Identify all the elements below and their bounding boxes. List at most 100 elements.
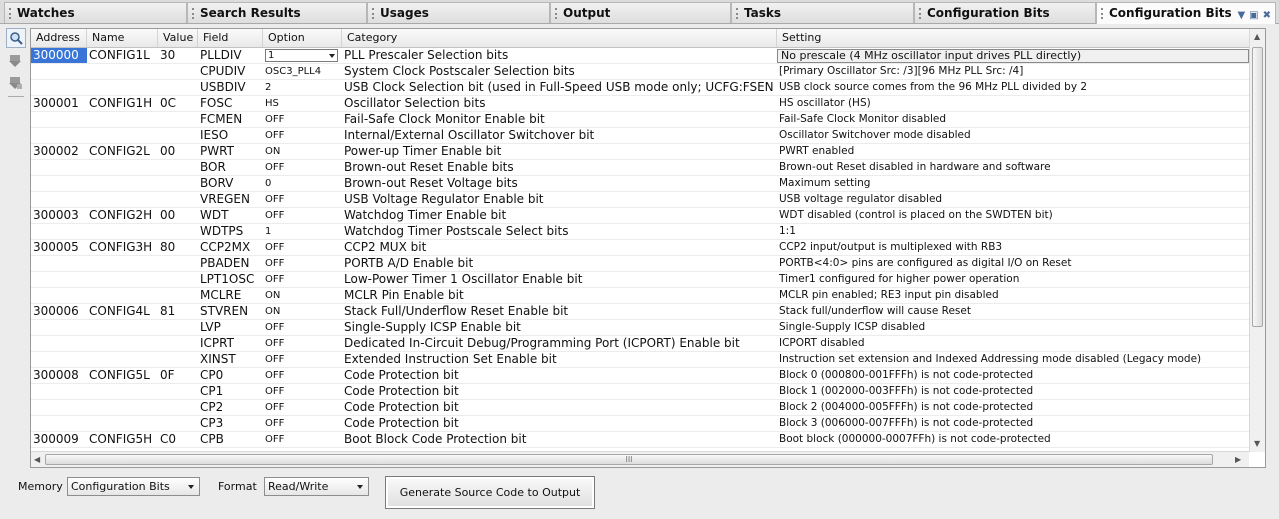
find-button[interactable] bbox=[6, 28, 26, 48]
cell-setting[interactable]: PWRT enabled bbox=[777, 144, 1249, 159]
cell-option[interactable]: HS bbox=[263, 96, 341, 111]
tab-watches[interactable]: Watches bbox=[4, 2, 187, 23]
cell-option[interactable]: 0 bbox=[263, 176, 341, 191]
read-config-button[interactable] bbox=[6, 52, 24, 70]
cell-option[interactable]: 2 bbox=[263, 80, 341, 95]
table-row[interactable]: 300006 CONFIG4L 81 STVREN ON Stack Full/Under… bbox=[31, 304, 1249, 320]
minimize-icon[interactable]: ▣ bbox=[1249, 10, 1258, 21]
cell-option[interactable]: OFF bbox=[263, 192, 341, 207]
option-select[interactable]: 1 bbox=[265, 49, 338, 62]
tab-search-results[interactable]: Search Results bbox=[187, 2, 367, 23]
cell-option[interactable]: OFF bbox=[263, 352, 341, 367]
table-row[interactable]: BOR OFF Brown-out Reset Enable bits Brown-o… bbox=[31, 160, 1249, 176]
cell-setting[interactable]: CCP2 input/output is multiplexed with RB… bbox=[777, 240, 1249, 255]
table-row[interactable]: IESO OFF Internal/External Oscillator Swit… bbox=[31, 128, 1249, 144]
cell-setting[interactable]: HS oscillator (HS) bbox=[777, 96, 1249, 111]
horizontal-scrollbar[interactable]: ◀ III ▶ bbox=[31, 451, 1249, 467]
cell-setting[interactable]: Fail-Safe Clock Monitor disabled bbox=[777, 112, 1249, 127]
generate-source-code-button[interactable]: Generate Source Code to Output bbox=[385, 476, 595, 509]
setting-editor[interactable]: No prescale (4 MHz oscillator input driv… bbox=[777, 49, 1249, 63]
table-row[interactable]: BORV 0 Brown-out Reset Voltage bits Maximum… bbox=[31, 176, 1249, 192]
close-icon[interactable]: ✖ bbox=[1263, 10, 1271, 21]
cell-setting[interactable]: WDT disabled (control is placed on the S… bbox=[777, 208, 1249, 223]
header-option[interactable]: Option bbox=[263, 29, 342, 47]
header-address[interactable]: Address bbox=[31, 29, 87, 47]
cell-setting[interactable]: Block 0 (000800-001FFFh) is not code-pro… bbox=[777, 368, 1249, 383]
cell-option[interactable]: OFF bbox=[263, 432, 341, 447]
table-row[interactable]: XINST OFF Extended Instruction Set Enable … bbox=[31, 352, 1249, 368]
cell-option[interactable]: OFF bbox=[263, 128, 341, 143]
tab-tasks[interactable]: Tasks bbox=[731, 2, 914, 23]
table-row[interactable]: MCLRE ON MCLR Pin Enable bit MCLR pin enabl… bbox=[31, 288, 1249, 304]
cell-option[interactable]: OFF bbox=[263, 272, 341, 287]
table-row[interactable]: WDTPS 1 Watchdog Timer Postscale Select bi… bbox=[31, 224, 1249, 240]
table-row[interactable]: 300000 CONFIG1L 30 PLLDIV 1 PLL Prescaler Sel… bbox=[31, 48, 1249, 64]
cell-setting[interactable]: Block 3 (006000-007FFFh) is not code-pro… bbox=[777, 416, 1249, 431]
cell-setting[interactable]: USB clock source comes from the 96 MHz P… bbox=[777, 80, 1249, 95]
cell-setting[interactable]: PORTB<4:0> pins are configured as digita… bbox=[777, 256, 1249, 271]
header-field[interactable]: Field bbox=[198, 29, 263, 47]
cell-option[interactable]: OFF bbox=[263, 416, 341, 431]
tab-menu-icon[interactable]: ▼ bbox=[1237, 10, 1245, 21]
cell-option[interactable]: OFF bbox=[263, 400, 341, 415]
cell-option[interactable]: OSC3_PLL4 bbox=[263, 64, 341, 79]
table-row[interactable]: 300003 CONFIG2H 00 WDT OFF Watchdog Timer Ena… bbox=[31, 208, 1249, 224]
cell-option[interactable]: OFF bbox=[263, 368, 341, 383]
tab-configuration-bits[interactable]: Configuration Bits bbox=[914, 2, 1096, 23]
table-row[interactable]: VREGEN OFF USB Voltage Regulator Enable bi… bbox=[31, 192, 1249, 208]
scroll-up-icon[interactable]: ▲ bbox=[1254, 32, 1260, 41]
write-config-button[interactable] bbox=[6, 74, 24, 92]
table-row[interactable]: PBADEN OFF PORTB A/D Enable bit PORTB<4:0> … bbox=[31, 256, 1249, 272]
vertical-scroll-thumb[interactable] bbox=[1252, 47, 1263, 327]
cell-option[interactable]: 1 bbox=[263, 224, 341, 239]
cell-setting[interactable]: [Primary Oscillator Src: /3][96 MHz PLL … bbox=[777, 64, 1249, 79]
cell-setting[interactable]: MCLR pin enabled; RE3 input pin disabled bbox=[777, 288, 1249, 303]
tab-usages[interactable]: Usages bbox=[367, 2, 550, 23]
horizontal-scroll-thumb[interactable]: III bbox=[45, 454, 1213, 465]
cell-setting[interactable]: Block 2 (004000-005FFFh) is not code-pro… bbox=[777, 400, 1249, 415]
table-row[interactable]: LPT1OSC OFF Low-Power Timer 1 Oscillator E… bbox=[31, 272, 1249, 288]
cell-option[interactable]: ON bbox=[263, 144, 341, 159]
table-row[interactable]: CP2 OFF Code Protection bit Block 2 (004000… bbox=[31, 400, 1249, 416]
header-category[interactable]: Category bbox=[342, 29, 777, 47]
header-name[interactable]: Name bbox=[87, 29, 158, 47]
cell-setting[interactable]: Timer1 configured for higher power opera… bbox=[777, 272, 1249, 287]
cell-setting[interactable]: Maximum setting bbox=[777, 176, 1249, 191]
cell-option[interactable]: OFF bbox=[263, 336, 341, 351]
cell-setting[interactable]: Single-Supply ICSP disabled bbox=[777, 320, 1249, 335]
cell-option[interactable]: OFF bbox=[263, 320, 341, 335]
cell-setting[interactable]: Oscillator Switchover mode disabled bbox=[777, 128, 1249, 143]
cell-setting[interactable]: Boot block (000000-0007FFh) is not code-… bbox=[777, 432, 1249, 447]
table-row[interactable]: CP3 OFF Code Protection bit Block 3 (006000… bbox=[31, 416, 1249, 432]
table-row[interactable]: 300005 CONFIG3H 80 CCP2MX OFF CCP2 MUX bit CCP… bbox=[31, 240, 1249, 256]
table-row[interactable]: ICPRT OFF Dedicated In-Circuit Debug/Progr… bbox=[31, 336, 1249, 352]
table-row[interactable]: USBDIV 2 USB Clock Selection bit (used in … bbox=[31, 80, 1249, 96]
cell-option[interactable]: OFF bbox=[263, 112, 341, 127]
table-row[interactable]: 300008 CONFIG5L 0F CP0 OFF Code Protection bi… bbox=[31, 368, 1249, 384]
cell-setting[interactable]: ICPORT disabled bbox=[777, 336, 1249, 351]
cell-option[interactable]: OFF bbox=[263, 160, 341, 175]
cell-setting[interactable]: Instruction set extension and Indexed Ad… bbox=[777, 352, 1249, 367]
memory-select[interactable]: Configuration Bits bbox=[67, 477, 200, 496]
scroll-left-icon[interactable]: ◀ bbox=[34, 455, 40, 464]
cell-option[interactable]: OFF bbox=[263, 384, 341, 399]
table-row[interactable]: CPUDIV OSC3_PLL4 System Clock Postscaler S… bbox=[31, 64, 1249, 80]
scroll-down-icon[interactable]: ▼ bbox=[1254, 439, 1260, 448]
table-row[interactable]: FCMEN OFF Fail-Safe Clock Monitor Enable b… bbox=[31, 112, 1249, 128]
header-setting[interactable]: Setting bbox=[777, 29, 1249, 47]
cell-option[interactable]: OFF bbox=[263, 256, 341, 271]
cell-option[interactable]: OFF bbox=[263, 240, 341, 255]
cell-option[interactable]: OFF bbox=[263, 208, 341, 223]
cell-option[interactable]: ON bbox=[263, 288, 341, 303]
tab-configuration-bits-active[interactable]: Configuration Bits ▼ ▣ ✖ bbox=[1096, 2, 1276, 24]
header-value[interactable]: Value bbox=[158, 29, 198, 47]
scroll-right-icon[interactable]: ▶ bbox=[1235, 455, 1241, 464]
cell-option[interactable]: ON bbox=[263, 304, 341, 319]
format-select[interactable]: Read/Write bbox=[264, 477, 369, 496]
tab-output[interactable]: Output bbox=[550, 2, 731, 23]
cell-setting[interactable]: Brown-out Reset disabled in hardware and… bbox=[777, 160, 1249, 175]
table-row[interactable]: 300009 CONFIG5H C0 CPB OFF Boot Block Code Pr… bbox=[31, 432, 1249, 448]
cell-setting[interactable]: 1:1 bbox=[777, 224, 1249, 239]
table-row[interactable]: LVP OFF Single-Supply ICSP Enable bit Singl… bbox=[31, 320, 1249, 336]
cell-setting[interactable]: Block 1 (002000-003FFFh) is not code-pro… bbox=[777, 384, 1249, 399]
